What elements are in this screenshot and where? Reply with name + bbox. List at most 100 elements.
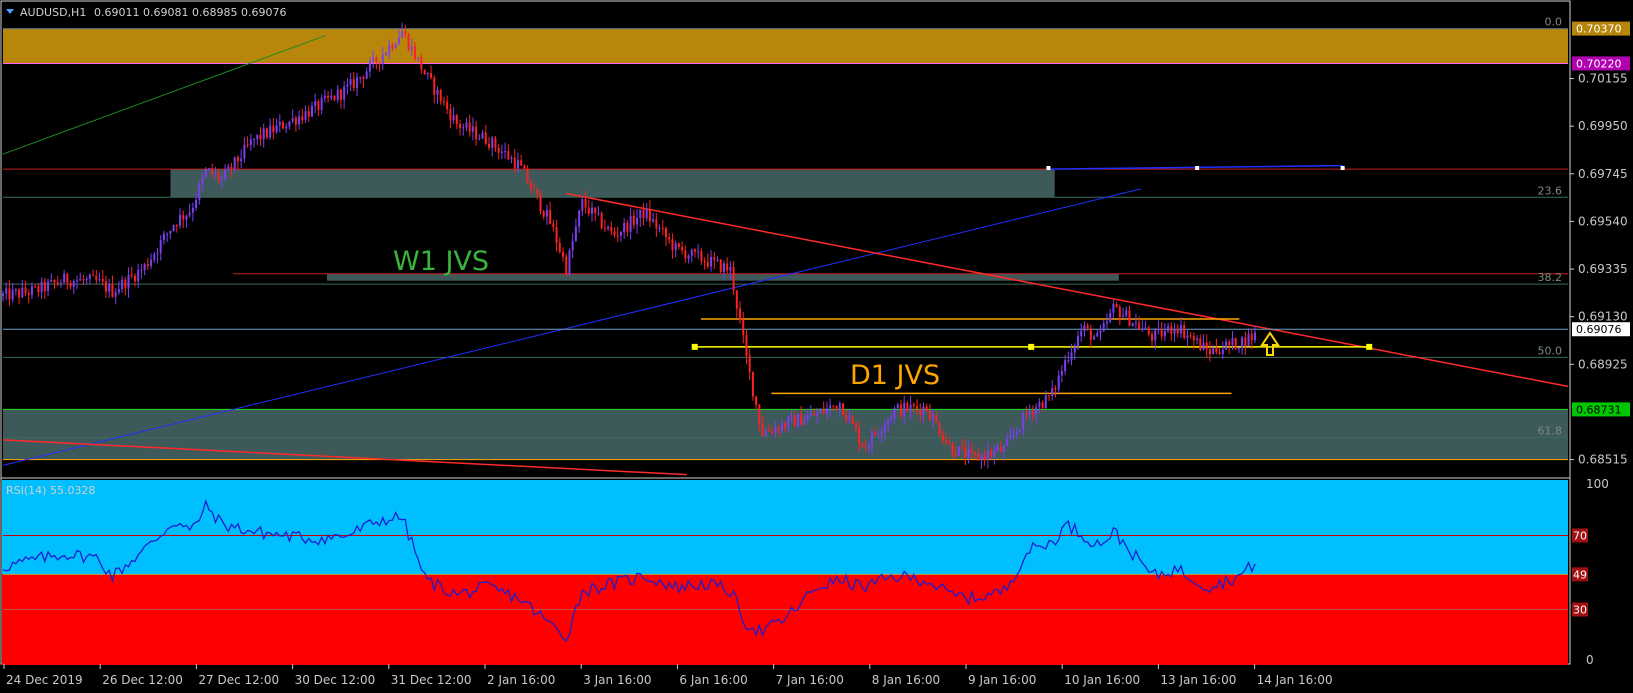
candle-body [352, 79, 355, 88]
candle-body [600, 212, 603, 228]
candle-body [294, 117, 297, 125]
candle-body [397, 37, 400, 45]
candle-body [1019, 430, 1022, 432]
candle-body [21, 287, 24, 298]
candle-body [169, 230, 172, 234]
candle-body [66, 273, 69, 284]
candle-body [121, 279, 124, 290]
candle-body [1173, 329, 1176, 334]
candle-body [1186, 335, 1189, 338]
candle-body [1051, 388, 1054, 396]
candle-body [1118, 306, 1121, 318]
candle-body [906, 402, 909, 412]
candle-body [1247, 333, 1250, 347]
candle-body [233, 157, 236, 170]
candle-body [327, 95, 330, 98]
candle-body [549, 210, 552, 224]
candle-body [1196, 338, 1199, 341]
candle-body [14, 289, 17, 291]
candle-body [562, 251, 565, 257]
candle-body [1022, 412, 1025, 431]
candle-body [1237, 348, 1240, 350]
candle-body [1205, 342, 1208, 350]
candle-body [722, 263, 725, 273]
candle-body [1089, 328, 1092, 340]
price-tick-label: 0.69540 [1578, 214, 1628, 228]
candle-body [893, 408, 896, 419]
candle-body [1160, 328, 1163, 337]
candle-body [552, 223, 555, 228]
candle-body [822, 409, 825, 414]
candle-body [796, 414, 799, 427]
candle-body [114, 292, 117, 297]
time-tick-label: 26 Dec 12:00 [102, 673, 183, 687]
candle-body [1244, 337, 1247, 347]
candle-body [883, 425, 886, 432]
candle-body [417, 57, 420, 60]
rsi-label: RSI(14) 55.0328 [6, 484, 95, 497]
yellow-anchor-0 [691, 343, 698, 350]
candle-body [681, 246, 684, 251]
candle-body [471, 126, 474, 132]
candle-body [240, 158, 243, 162]
candle-body [236, 157, 239, 162]
candle-body [636, 218, 639, 225]
candle-body [214, 172, 217, 174]
candle-body [47, 281, 50, 292]
candle-body [388, 44, 391, 54]
candle-body [104, 281, 107, 292]
candle-body [272, 125, 275, 133]
candle-body [162, 233, 165, 241]
w1-jvs-label: W1 JVS [393, 246, 489, 277]
candle-body [912, 404, 915, 407]
candle-body [95, 275, 98, 280]
candle-body [1057, 375, 1060, 390]
candle-body [465, 122, 468, 128]
candle-body [220, 178, 223, 180]
candle-body [880, 431, 883, 435]
candle-body [742, 319, 745, 336]
candle-body [594, 207, 597, 214]
time-tick-label: 8 Jan 16:00 [872, 673, 940, 687]
candle-body [1141, 328, 1144, 330]
candle-body [179, 214, 182, 226]
candle-body [140, 269, 143, 271]
candle-body [545, 210, 548, 217]
candle-body [632, 215, 635, 225]
candle-body [1080, 330, 1083, 337]
candle-body [1031, 411, 1034, 415]
candle-body [925, 406, 928, 411]
candle-body [1147, 327, 1150, 335]
candle-body [76, 280, 79, 282]
candle-body [5, 288, 8, 294]
candle-body [2, 293, 4, 296]
candle-body [85, 278, 88, 281]
candle-body [1064, 360, 1067, 371]
candle-body [275, 125, 278, 133]
candle-body [227, 166, 230, 170]
candle-body [1134, 322, 1137, 324]
fib-label-1: 23.6 [1538, 184, 1563, 197]
candle-body [410, 46, 413, 50]
candle-body [755, 396, 758, 405]
candle-body [446, 101, 449, 110]
candle-body [693, 249, 696, 252]
candle-body [243, 144, 246, 159]
candle-body [401, 31, 404, 38]
candle-body [378, 62, 381, 64]
rsi-tick-label: 70 [1573, 530, 1587, 543]
candle-body [1189, 335, 1192, 337]
candle-body [1006, 438, 1009, 446]
candle-body [150, 259, 153, 266]
candle-body [526, 168, 529, 183]
candle-body [790, 415, 793, 418]
candle-body [224, 169, 227, 179]
candle-body [1112, 304, 1115, 313]
candle-body [1163, 331, 1166, 337]
price-tag-label: 0.70220 [1576, 57, 1622, 70]
fib-label-4: 61.8 [1538, 425, 1563, 438]
candle-body [282, 121, 285, 129]
candle-body [1138, 322, 1141, 330]
candle-body [310, 105, 313, 117]
candle-body [143, 264, 146, 270]
